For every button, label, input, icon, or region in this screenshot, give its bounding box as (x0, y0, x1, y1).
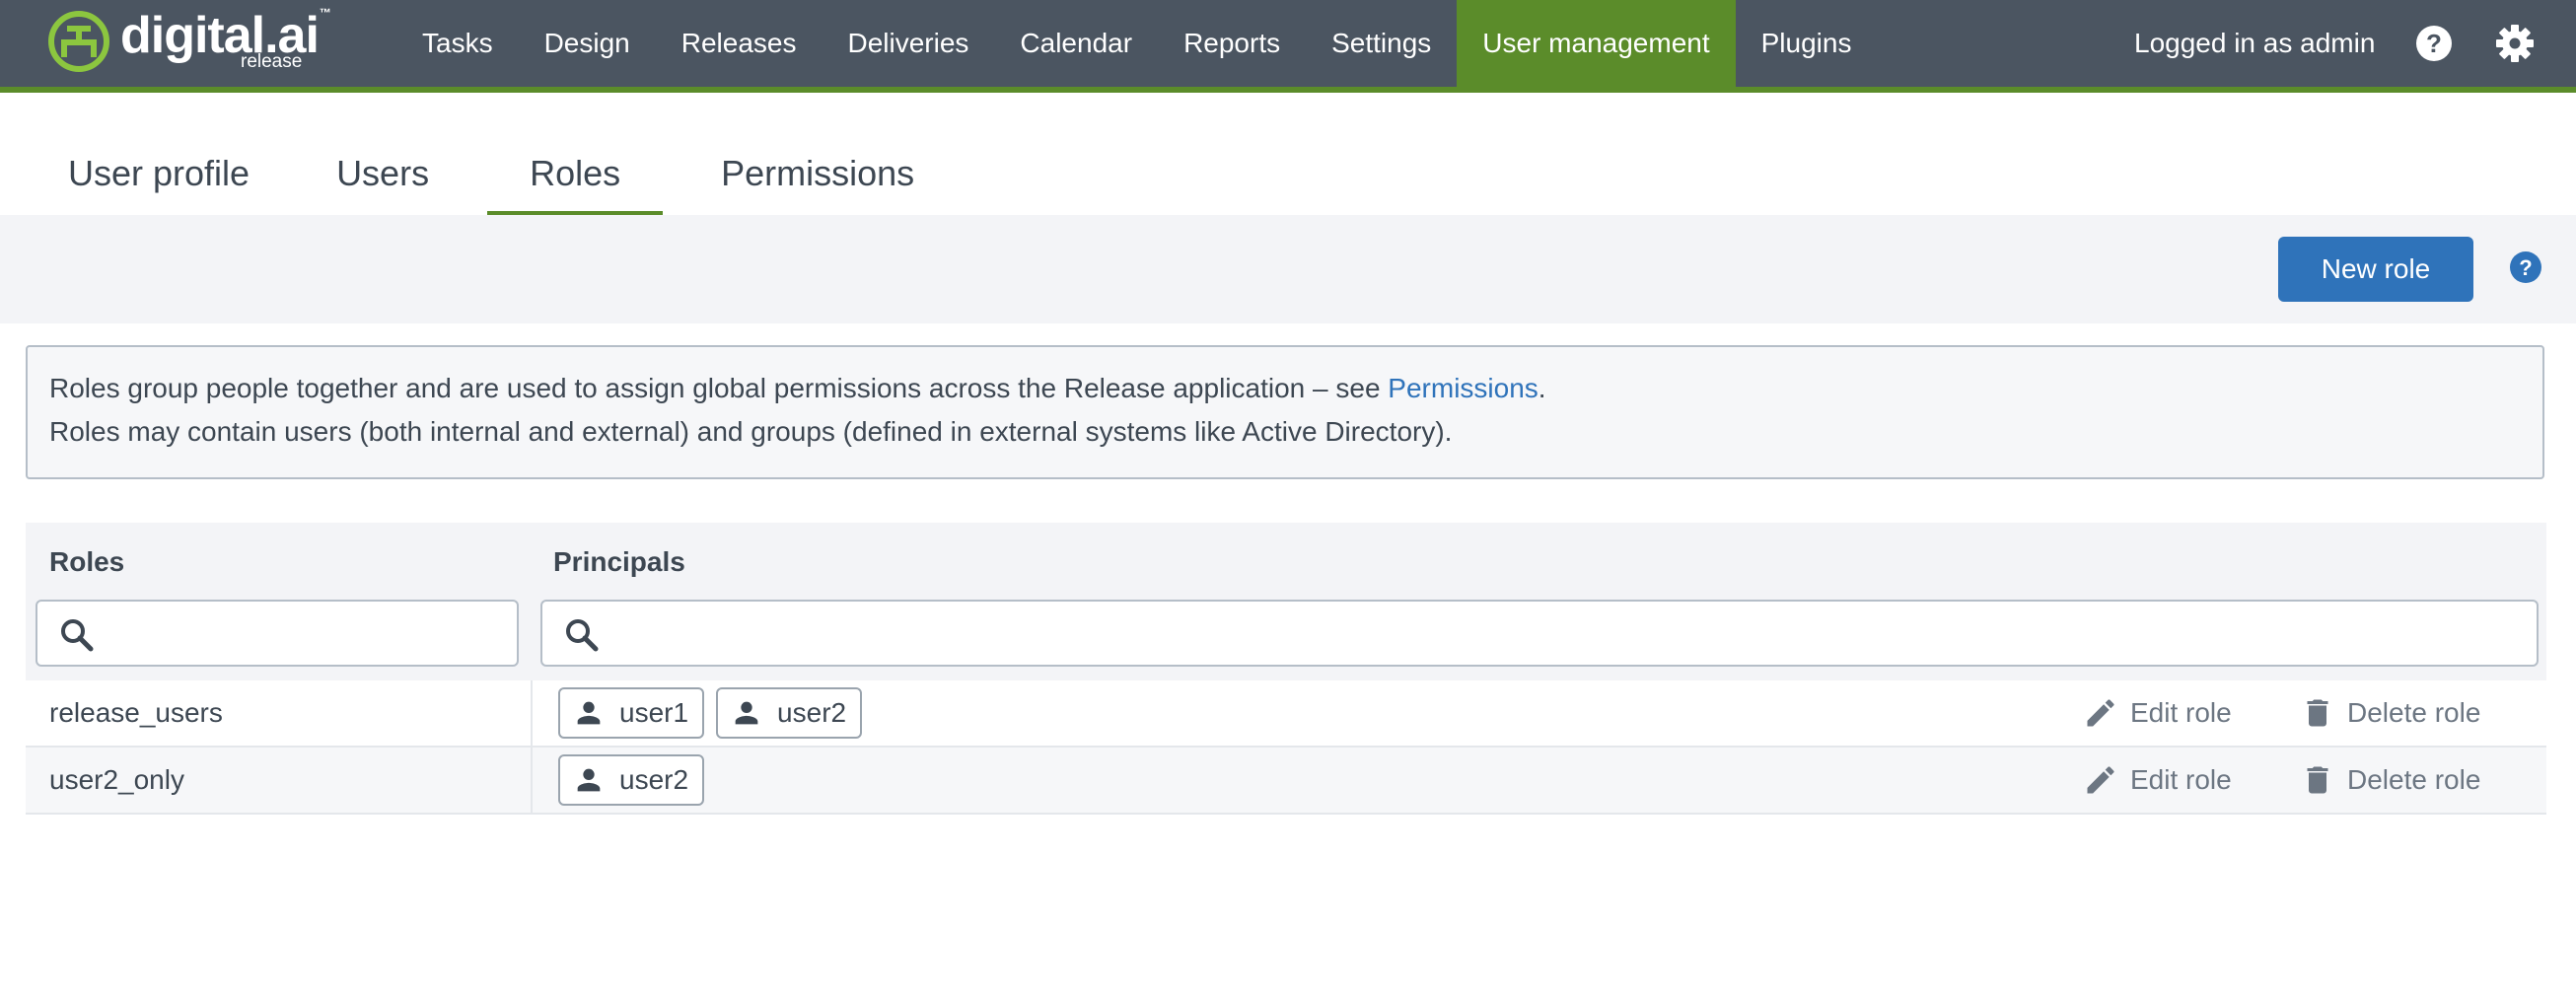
top-navigation-bar: digital.ai™ release Tasks Design Releases D… (0, 0, 2576, 93)
tab-user-profile[interactable]: User profile (39, 136, 278, 215)
tab-users[interactable]: Users (308, 136, 458, 215)
user-icon (577, 701, 601, 725)
nav-item-settings[interactable]: Settings (1306, 0, 1457, 87)
nav-item-design[interactable]: Design (519, 0, 656, 87)
delete-role-button[interactable]: Delete role (2300, 748, 2480, 813)
principal-chip[interactable]: user2 (558, 754, 705, 806)
table-row: release_users user1 user2 Edit role Delet… (26, 680, 2546, 748)
svg-text:?: ? (2426, 29, 2442, 58)
digital-ai-release-logo[interactable]: digital.ai™ release (47, 6, 331, 75)
user-management-tabs: User profile Users Roles Permissions (39, 136, 972, 215)
edit-role-label: Edit role (2130, 697, 2232, 728)
user-icon (577, 768, 601, 792)
nav-item-plugins[interactable]: Plugins (1736, 0, 1878, 87)
roles-info-box: Roles group people together and are used… (26, 345, 2544, 479)
search-icon (61, 619, 94, 652)
search-icon (566, 619, 599, 652)
gear-icon[interactable] (2495, 24, 2535, 63)
trash-icon (2307, 766, 2328, 794)
column-divider (531, 680, 533, 746)
info-line-1: Roles group people together and are used… (49, 373, 1546, 403)
column-divider (531, 748, 533, 813)
logo-mark-icon (48, 11, 109, 72)
pencil-icon (2087, 699, 2114, 727)
table-row: user2_only user2 Edit role Delete role (26, 748, 2546, 815)
roles-table: Roles Principals release_users user1 user… (26, 523, 2546, 815)
tab-roles[interactable]: Roles (487, 136, 664, 215)
principal-chip[interactable]: user1 (558, 687, 705, 739)
nav-item-tasks[interactable]: Tasks (396, 0, 519, 87)
delete-role-label: Delete role (2347, 697, 2481, 728)
principal-name: user2 (777, 697, 847, 728)
principals-search-box[interactable] (540, 600, 2539, 667)
main-nav: Tasks Design Releases Deliveries Calendar Rep… (396, 0, 1877, 87)
user-icon (735, 701, 758, 725)
nav-item-deliveries[interactable]: Deliveries (822, 0, 994, 87)
roles-column-header: Roles (49, 546, 125, 577)
principal-name: user2 (619, 764, 689, 795)
roles-toolbar: New role (0, 215, 2576, 323)
principals-list: user2 (558, 754, 716, 806)
edit-role-label: Edit role (2130, 764, 2232, 795)
roles-search-box[interactable] (36, 600, 519, 667)
principals-search-input[interactable] (611, 609, 2519, 659)
edit-role-button[interactable]: Edit role (2083, 748, 2232, 813)
edit-role-button[interactable]: Edit role (2083, 680, 2232, 746)
nav-item-user-management[interactable]: User management (1457, 0, 1736, 87)
principal-chip[interactable]: user2 (716, 687, 863, 739)
delete-role-label: Delete role (2347, 764, 2481, 795)
delete-role-button[interactable]: Delete role (2300, 680, 2480, 746)
nav-item-reports[interactable]: Reports (1158, 0, 1306, 87)
permissions-link[interactable]: Permissions (1388, 373, 1538, 403)
info-line-2: Roles may contain users (both internal a… (49, 416, 1453, 447)
principals-list: user1 user2 (558, 687, 874, 739)
role-name: user2_only (49, 764, 184, 795)
pencil-icon (2087, 766, 2114, 794)
nav-item-calendar[interactable]: Calendar (994, 0, 1158, 87)
logo-product-name: release (241, 51, 303, 72)
tab-permissions[interactable]: Permissions (692, 136, 943, 215)
new-role-button[interactable]: New role (2278, 237, 2473, 302)
logged-in-user[interactable]: Logged in as admin (2134, 0, 2375, 87)
roles-search-input[interactable] (107, 609, 505, 659)
question-circle-icon[interactable]: ? (2509, 250, 2542, 284)
role-name: release_users (49, 697, 223, 728)
principals-column-header: Principals (553, 546, 685, 577)
question-circle-icon[interactable]: ? (2414, 24, 2454, 63)
trash-icon (2307, 699, 2328, 727)
nav-item-releases[interactable]: Releases (656, 0, 823, 87)
principal-name: user1 (619, 697, 689, 728)
svg-text:?: ? (2519, 255, 2532, 280)
